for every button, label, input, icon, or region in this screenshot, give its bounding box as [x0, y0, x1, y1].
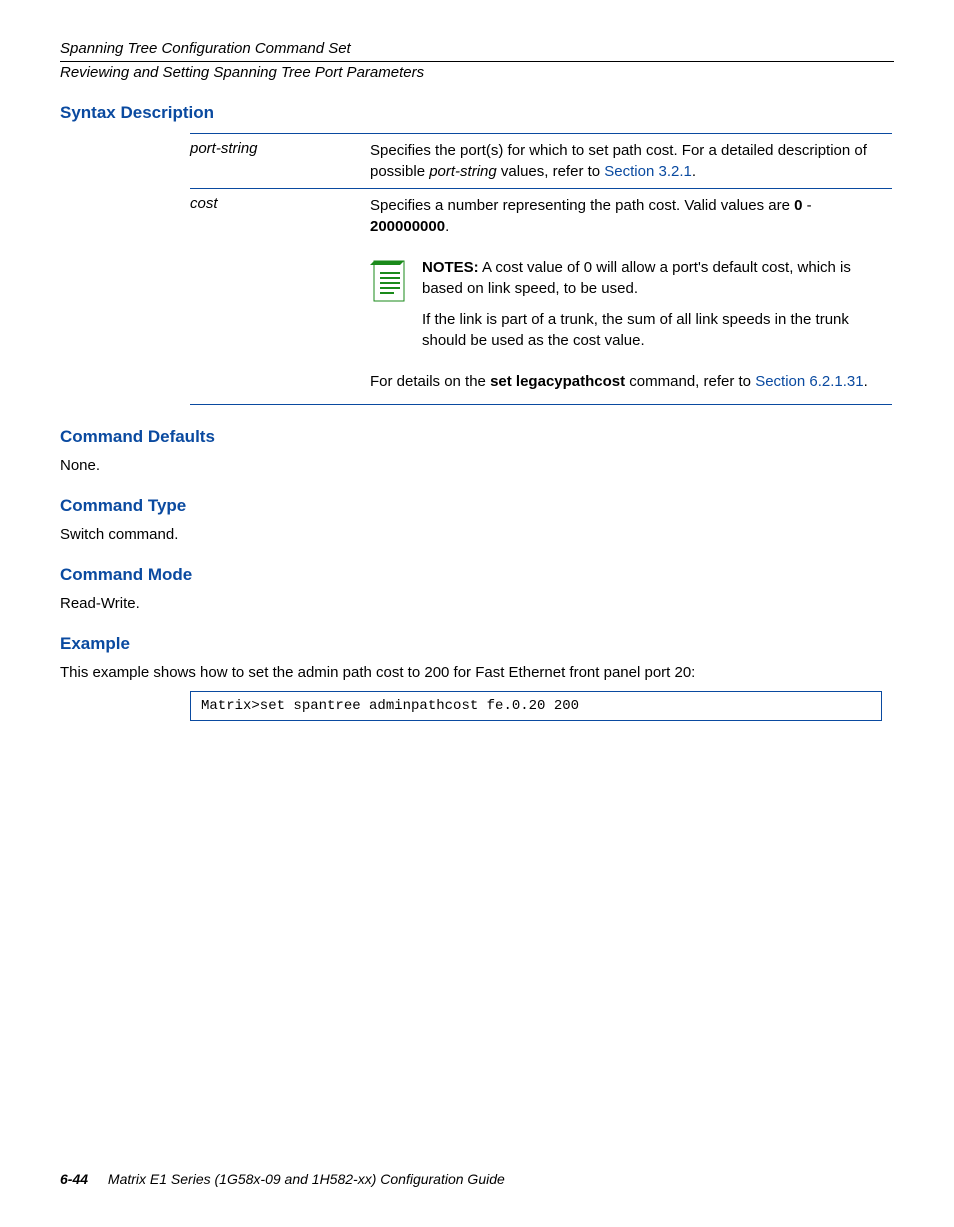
note-icon: [370, 259, 410, 307]
link-section-3-2-1[interactable]: Section 3.2.1: [604, 163, 692, 180]
note-text: NOTES: A cost value of 0 will allow a po…: [422, 257, 892, 361]
example-code-box: Matrix>set spantree adminpathcost fe.0.2…: [190, 691, 882, 721]
syntax-param-desc: Specifies a number representing the path…: [370, 195, 892, 398]
example-body: This example shows how to set the admin …: [60, 664, 894, 681]
heading-example: Example: [60, 634, 894, 654]
link-section-6-2-1-31[interactable]: Section 6.2.1.31: [755, 373, 863, 390]
syntax-row-port-string: port-string Specifies the port(s) for wh…: [190, 134, 892, 188]
heading-command-defaults: Command Defaults: [60, 427, 894, 447]
header-rule: [60, 61, 894, 62]
heading-command-mode: Command Mode: [60, 565, 894, 585]
syntax-param-name: port-string: [190, 140, 370, 157]
page-footer: 6-44 Matrix E1 Series (1G58x-09 and 1H58…: [60, 1171, 505, 1187]
running-head-section: Reviewing and Setting Spanning Tree Port…: [60, 64, 894, 81]
footer-title: Matrix E1 Series (1G58x-09 and 1H582-xx)…: [108, 1171, 505, 1187]
command-mode-body: Read-Write.: [60, 595, 894, 612]
syntax-row-cost: cost Specifies a number representing the…: [190, 189, 892, 404]
syntax-param-name: cost: [190, 195, 370, 212]
syntax-param-desc: Specifies the port(s) for which to set p…: [370, 140, 892, 182]
command-type-body: Switch command.: [60, 526, 894, 543]
page-number: 6-44: [60, 1171, 88, 1187]
heading-syntax-description: Syntax Description: [60, 103, 894, 123]
command-defaults-body: None.: [60, 457, 894, 474]
syntax-table: port-string Specifies the port(s) for wh…: [190, 133, 892, 405]
running-head-chapter: Spanning Tree Configuration Command Set: [60, 40, 894, 57]
heading-command-type: Command Type: [60, 496, 894, 516]
